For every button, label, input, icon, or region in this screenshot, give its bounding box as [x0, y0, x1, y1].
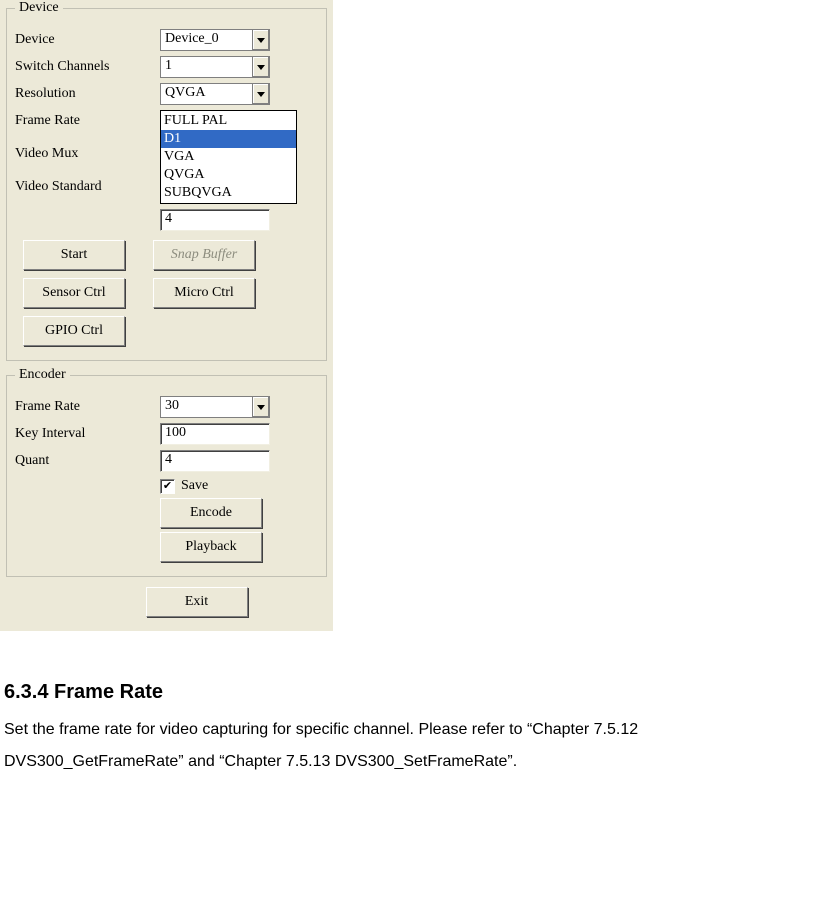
- switch-channels-select[interactable]: 1: [160, 56, 270, 78]
- encoder-frame-rate-label: Frame Rate: [15, 396, 160, 415]
- quant-label: Quant: [15, 450, 160, 469]
- video-mux-label: Video Mux: [15, 143, 160, 162]
- resolution-label: Resolution: [15, 83, 160, 102]
- list-item[interactable]: FULL PAL: [161, 112, 296, 130]
- key-interval-input[interactable]: 100: [160, 423, 270, 445]
- dropdown-arrow-icon[interactable]: [252, 83, 270, 105]
- gpio-ctrl-button[interactable]: GPIO Ctrl: [23, 316, 125, 346]
- encoder-group-legend: Encoder: [15, 367, 70, 383]
- sensor-ctrl-button[interactable]: Sensor Ctrl: [23, 278, 125, 308]
- playback-button[interactable]: Playback: [160, 532, 262, 562]
- switch-channels-label: Switch Channels: [15, 56, 160, 75]
- device-group-legend: Device: [15, 0, 63, 16]
- dropdown-arrow-icon[interactable]: [252, 56, 270, 78]
- switch-channels-value: 1: [160, 56, 252, 78]
- resolution-value: QVGA: [160, 83, 252, 105]
- dropdown-arrow-icon[interactable]: [252, 396, 270, 418]
- encoder-frame-rate-select[interactable]: 30: [160, 396, 270, 418]
- exit-button[interactable]: Exit: [146, 587, 248, 617]
- save-checkbox[interactable]: ✔: [160, 479, 175, 494]
- save-checkbox-label: Save: [181, 478, 208, 494]
- quant-input[interactable]: 4: [160, 450, 270, 472]
- device-select[interactable]: Device_0: [160, 29, 270, 51]
- dropdown-arrow-icon[interactable]: [252, 29, 270, 51]
- list-item[interactable]: VGA: [161, 148, 296, 166]
- micro-ctrl-button[interactable]: Micro Ctrl: [153, 278, 255, 308]
- device-button-grid: Start Sensor Ctrl GPIO Ctrl Snap Buffer …: [23, 236, 310, 350]
- list-item[interactable]: D1: [161, 130, 296, 148]
- resolution-listbox[interactable]: FULL PAL D1 VGA QVGA SUBQVGA: [160, 110, 297, 204]
- snap-buffer-button: Snap Buffer: [153, 240, 255, 270]
- device-group: Device Device Device_0 Switch Channels 1…: [6, 0, 327, 361]
- start-button[interactable]: Start: [23, 240, 125, 270]
- documentation-text: 6.3.4 Frame Rate Set the frame rate for …: [0, 631, 820, 778]
- extra-input[interactable]: 4: [160, 209, 270, 231]
- encoder-frame-rate-value: 30: [160, 396, 252, 418]
- encode-button[interactable]: Encode: [160, 498, 262, 528]
- list-item[interactable]: QVGA: [161, 166, 296, 184]
- doc-heading: 6.3.4 Frame Rate: [4, 681, 816, 704]
- device-label: Device: [15, 29, 160, 48]
- frame-rate-label: Frame Rate: [15, 110, 160, 129]
- video-standard-label: Video Standard: [15, 176, 160, 195]
- list-item[interactable]: SUBQVGA: [161, 184, 296, 202]
- checkmark-icon: ✔: [163, 481, 172, 492]
- resolution-select[interactable]: QVGA: [160, 83, 270, 105]
- doc-body: Set the frame rate for video capturing f…: [4, 714, 816, 778]
- settings-panel: Device Device Device_0 Switch Channels 1…: [0, 0, 333, 631]
- device-select-value: Device_0: [160, 29, 252, 51]
- encoder-group: Encoder Frame Rate 30 Key Interval 100 Q…: [6, 367, 327, 577]
- key-interval-label: Key Interval: [15, 423, 160, 442]
